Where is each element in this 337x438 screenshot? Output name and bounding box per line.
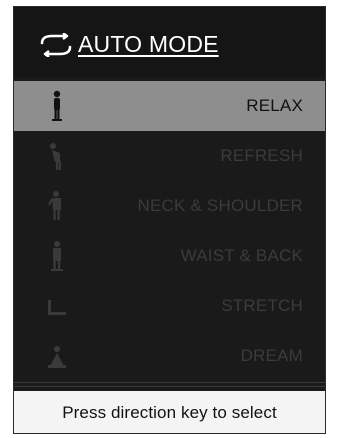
auto-mode-menu: RELAX REFRESH NECK & SHOULDER WAIST & BA… bbox=[14, 81, 325, 381]
cycle-arrows-icon bbox=[40, 32, 72, 57]
footer-divider bbox=[14, 386, 325, 387]
menu-item-dream[interactable]: DREAM bbox=[14, 331, 325, 381]
waist-back-person-icon bbox=[51, 241, 63, 271]
stretch-legs-icon bbox=[48, 300, 66, 315]
standing-person-icon bbox=[52, 90, 62, 121]
page-title-label: AUTO MODE bbox=[78, 31, 219, 57]
menu-item-relax[interactable]: RELAX bbox=[14, 81, 325, 131]
menu-item-label: DREAM bbox=[240, 346, 303, 365]
footer-hint: Press direction key to select bbox=[14, 391, 325, 433]
menu-item-label: NECK & SHOULDER bbox=[137, 196, 303, 215]
footer-divider bbox=[14, 382, 325, 383]
menu-item-stretch[interactable]: STRETCH bbox=[14, 281, 325, 331]
menu-item-waist-back[interactable]: WAIST & BACK bbox=[14, 231, 325, 281]
menu-item-label: STRETCH bbox=[221, 296, 303, 315]
auto-mode-screen: AUTO MODE RELAX REFRESH NECK & SHOULDER … bbox=[13, 6, 326, 434]
neck-shoulder-person-icon bbox=[48, 191, 61, 220]
footer-hint-text: Press direction key to select bbox=[62, 403, 277, 422]
menu-item-label: REFRESH bbox=[220, 146, 303, 165]
menu-item-refresh[interactable]: REFRESH bbox=[14, 131, 325, 181]
bending-person-icon bbox=[50, 143, 61, 170]
lotus-meditation-icon bbox=[48, 346, 66, 368]
menu-item-label: RELAX bbox=[246, 96, 303, 115]
menu-item-neck-shoulder[interactable]: NECK & SHOULDER bbox=[14, 181, 325, 231]
menu-item-label: WAIST & BACK bbox=[180, 246, 303, 265]
header: AUTO MODE bbox=[14, 7, 325, 77]
page-title: AUTO MODE bbox=[36, 31, 219, 58]
